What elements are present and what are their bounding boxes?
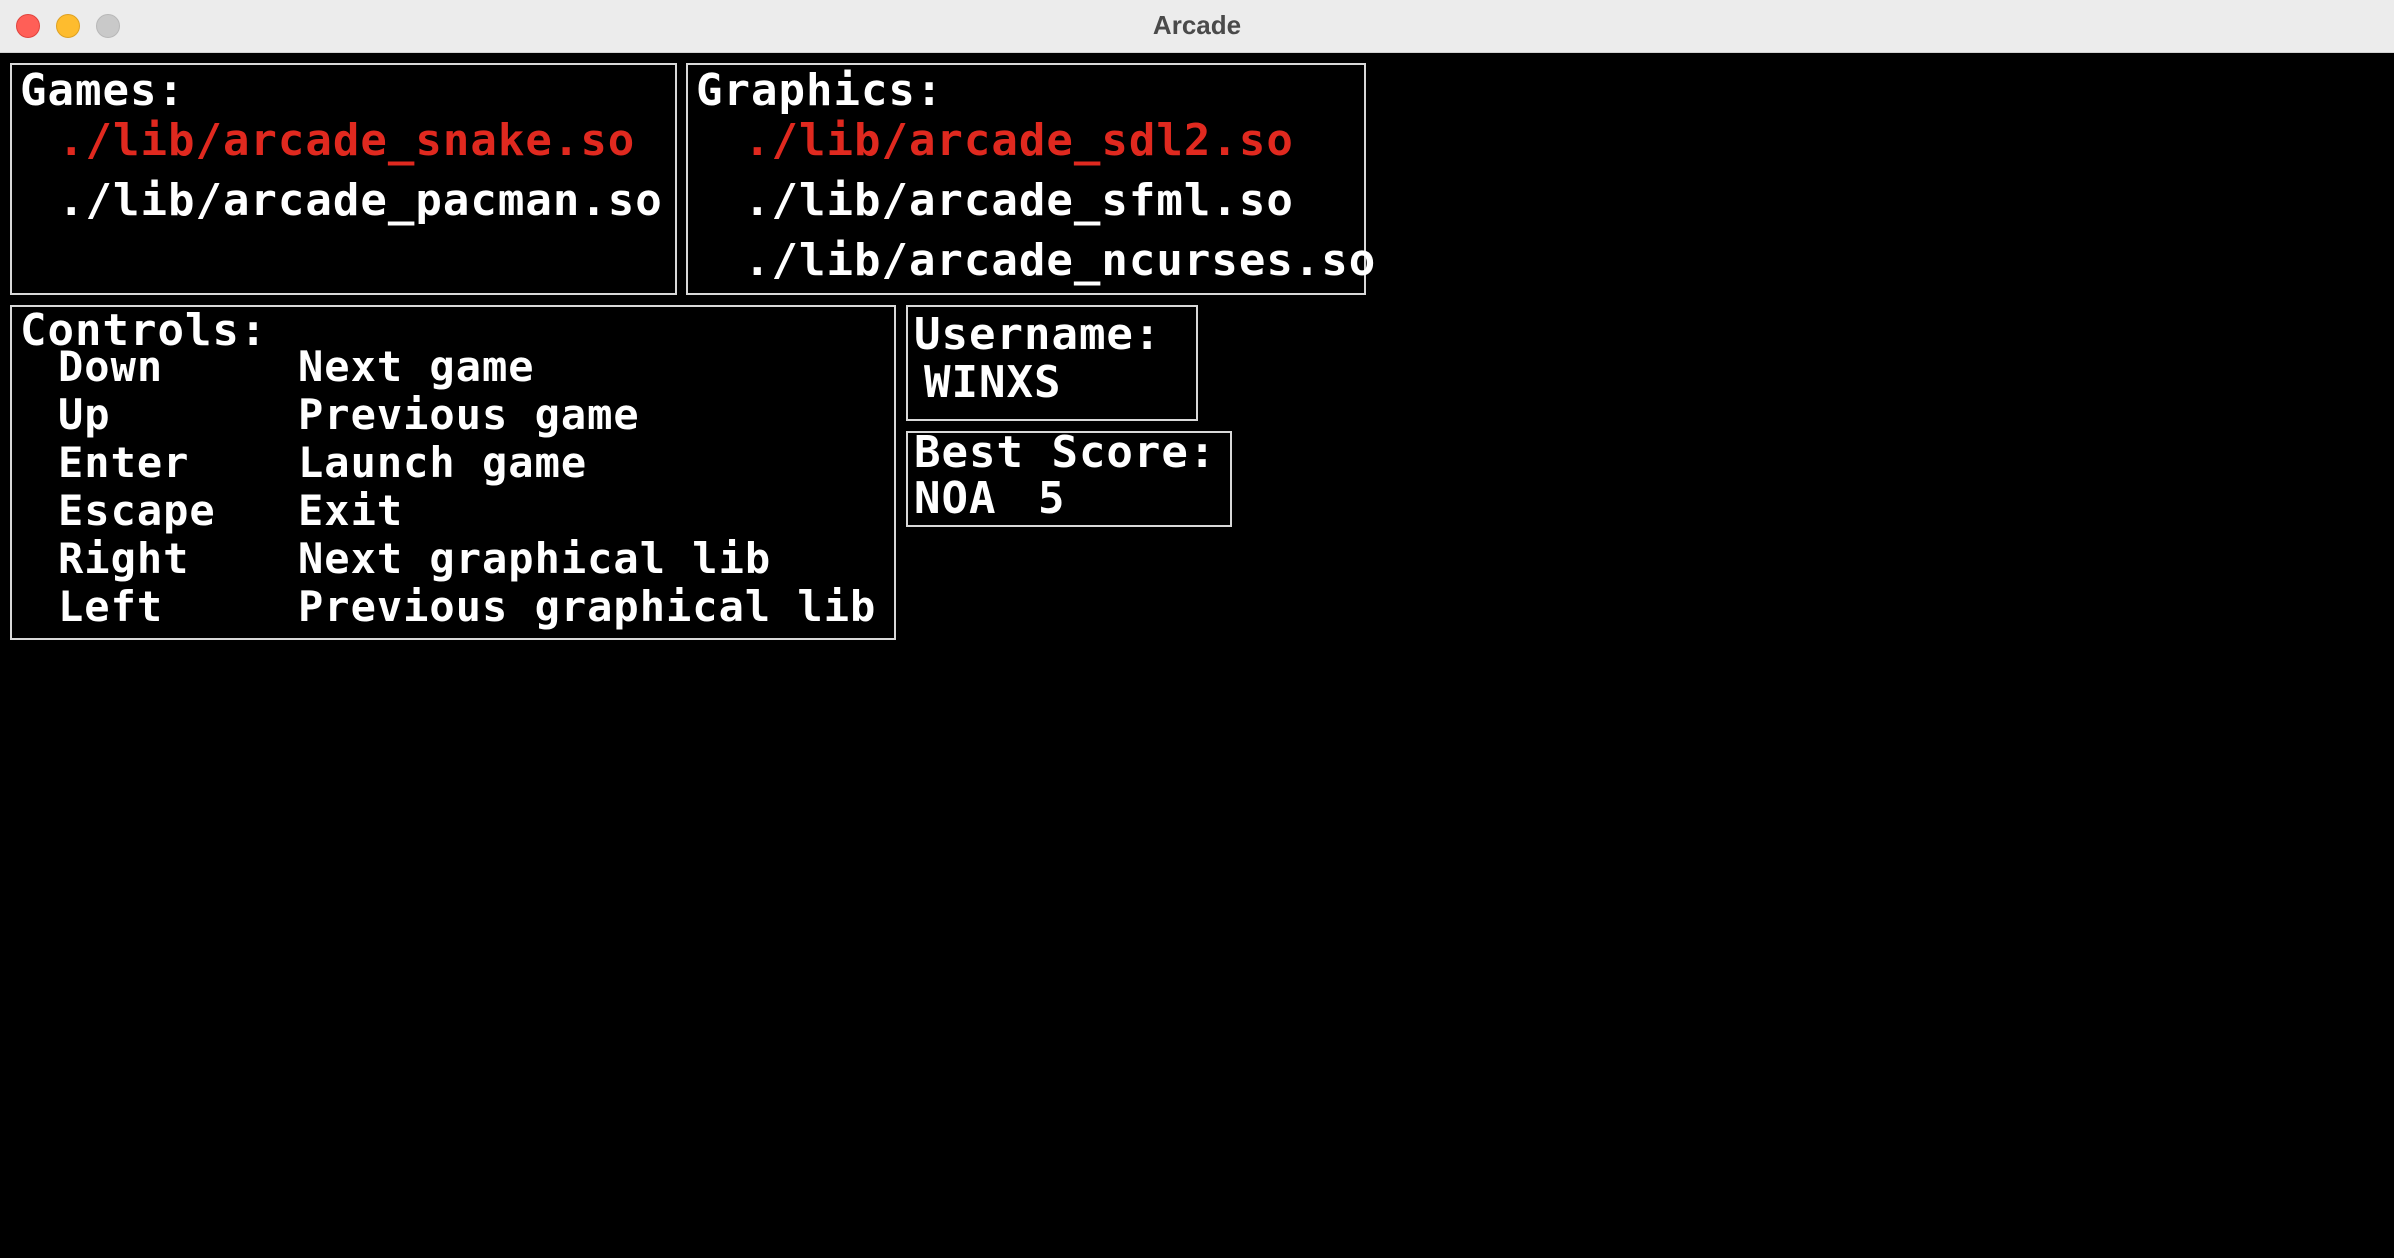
control-key-left: Left (58, 582, 164, 631)
control-key-up: Up (58, 390, 111, 439)
username-value[interactable]: WINXS (924, 359, 1061, 407)
control-action-escape: Exit (298, 486, 404, 535)
control-key-right: Right (58, 534, 190, 583)
control-action-enter: Launch game (298, 438, 588, 487)
best-score-header: Best Score: (914, 427, 1217, 478)
graphics-header: Graphics: (696, 65, 944, 116)
graphics-item-sdl2[interactable]: ./lib/arcade_sdl2.so (744, 117, 1294, 165)
graphics-panel: Graphics: ./lib/arcade_sdl2.so ./lib/arc… (686, 63, 1375, 295)
arcade-window: Arcade Games: ./lib/arcade_snake.so ./li… (0, 0, 2394, 1258)
controls-panel: Controls: Down Next game Up Previous gam… (10, 305, 896, 640)
control-action-right: Next graphical lib (298, 534, 772, 583)
control-action-up: Previous game (298, 390, 640, 439)
username-header: Username: (914, 309, 1162, 360)
game-item-snake[interactable]: ./lib/arcade_snake.so (58, 117, 635, 165)
username-panel: Username: WINXS (906, 305, 1198, 421)
control-action-down: Next game (298, 342, 535, 391)
control-key-enter: Enter (58, 438, 190, 487)
control-key-escape: Escape (58, 486, 216, 535)
game-item-pacman[interactable]: ./lib/arcade_pacman.so (58, 177, 663, 225)
best-score-panel: Best Score: NOA 5 (906, 427, 1232, 527)
control-key-down: Down (58, 342, 164, 391)
title-bar: Arcade (0, 0, 2394, 53)
games-panel: Games: ./lib/arcade_snake.so ./lib/arcad… (10, 63, 677, 295)
best-score-name: NOA (914, 473, 997, 524)
games-header: Games: (20, 65, 185, 116)
best-score-value: 5 (1038, 473, 1066, 524)
graphics-item-ncurses[interactable]: ./lib/arcade_ncurses.so (744, 237, 1376, 285)
control-action-left: Previous graphical lib (298, 582, 877, 631)
graphics-item-sfml[interactable]: ./lib/arcade_sfml.so (744, 177, 1294, 225)
window-title: Arcade (1152, 10, 1242, 40)
game-canvas[interactable]: Games: ./lib/arcade_snake.so ./lib/arcad… (0, 53, 2394, 1258)
